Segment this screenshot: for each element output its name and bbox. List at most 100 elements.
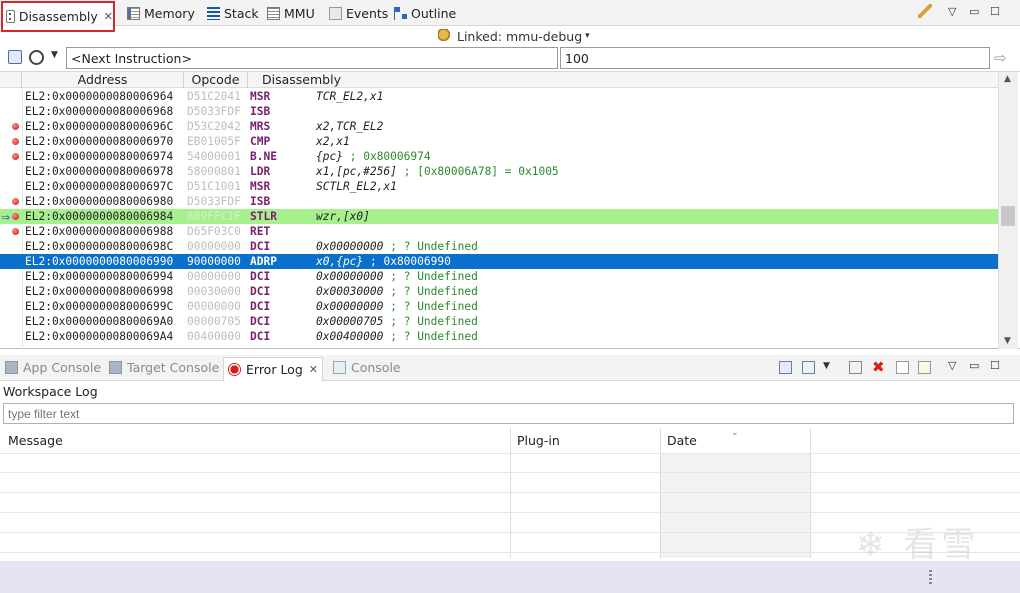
history-dropdown-icon[interactable]: ▼ [51, 50, 58, 60]
table-row[interactable]: EL2:0x0000000080006990 90000000 ADRP x0,{pc… [0, 254, 998, 269]
breakpoint-icon[interactable] [12, 228, 19, 235]
breakpoint-icon[interactable] [12, 123, 19, 130]
clear-log-icon[interactable] [849, 361, 862, 374]
tab-app-console[interactable]: App Console [5, 360, 101, 375]
tab-events[interactable]: Events [329, 2, 388, 24]
address-cell: EL2:0x0000000080006998 [25, 285, 174, 298]
row-divider [0, 512, 1020, 513]
table-row[interactable]: EL2:0x0000000080006994 00000000 DCI 0x00000… [0, 269, 998, 284]
table-row[interactable]: EL2:0x000000008000697C D51C1001 MSR SCTLR_E… [0, 179, 998, 194]
close-icon[interactable]: ✕ [309, 363, 318, 376]
comment-cell: ; ? Undefined [390, 270, 478, 283]
table-row[interactable]: EL2:0x000000008000696C D53C2042 MRS x2,TCR_… [0, 119, 998, 134]
tab-error-log[interactable]: Error Log ✕ [223, 357, 323, 381]
table-row[interactable]: EL2:0x0000000080006988 D65F03C0 RET [0, 224, 998, 239]
maximize-icon[interactable]: ☐ [990, 5, 1000, 18]
breakpoint-icon[interactable] [12, 138, 19, 145]
export-log-icon[interactable] [779, 361, 792, 374]
column-plugin[interactable]: Plug-in [517, 433, 560, 448]
tab-outline[interactable]: Outline [394, 2, 456, 24]
address-cell: EL2:0x0000000080006978 [25, 165, 174, 178]
column-address[interactable]: Address [22, 72, 184, 88]
history-icon[interactable] [29, 50, 44, 65]
date-column-shade [660, 453, 810, 558]
table-row[interactable]: EL2:0x0000000080006974 54000001 B.NE {pc} ; … [0, 149, 998, 164]
stack-icon [207, 6, 220, 20]
tab-stack[interactable]: Stack [207, 2, 259, 24]
pin-icon[interactable] [918, 4, 932, 18]
close-icon[interactable]: ✕ [104, 10, 113, 23]
table-row[interactable]: EL2:0x0000000080006978 58000801 LDR x1,[pc,… [0, 164, 998, 179]
tab-outline-label: Outline [411, 5, 457, 21]
resize-grip-icon[interactable] [929, 570, 932, 584]
address-cell: EL2:0x000000008000697C [25, 180, 174, 193]
column-disassembly[interactable]: Disassembly [248, 72, 998, 88]
mnemonic-cell: ISB [250, 105, 271, 118]
column-opcode[interactable]: Opcode [184, 72, 248, 88]
console-icon [5, 361, 18, 374]
vertical-scrollbar[interactable]: ▲ ▼ [998, 72, 1018, 349]
operands-cell: x1,[pc,#256] [316, 165, 397, 178]
maximize-icon[interactable]: ☐ [990, 359, 1000, 372]
opcode-cell: 00000000 [187, 300, 241, 313]
opcode-cell: D51C2041 [187, 90, 241, 103]
minimize-icon[interactable]: ▭ [969, 5, 979, 18]
tab-disassembly[interactable]: Disassembly ✕ [1, 1, 115, 32]
refresh-icon[interactable] [8, 50, 22, 64]
error-log-icon [228, 363, 241, 376]
tab-console[interactable]: Console [333, 360, 401, 375]
address-input[interactable]: <Next Instruction> [66, 47, 558, 69]
top-tab-bar: Disassembly ✕ Memory Stack MMU Events Ou… [0, 0, 1020, 32]
mnemonic-cell: MSR [250, 90, 271, 103]
operands-cell: SCTLR_EL2,x1 [316, 180, 397, 193]
breakpoint-icon[interactable] [12, 198, 19, 205]
view-menu-icon[interactable]: ▽ [948, 359, 956, 372]
linked-context[interactable]: Linked: mmu-debug ▾ [438, 28, 590, 44]
import-log-icon[interactable] [802, 361, 815, 374]
memory-icon [127, 6, 140, 20]
minimize-icon[interactable]: ▭ [969, 359, 979, 372]
address-cell: EL2:0x0000000080006984 [25, 210, 174, 223]
table-row[interactable]: EL2:0x0000000080006970 EB01005F CMP x2,x1 [0, 134, 998, 149]
breakpoint-icon[interactable] [12, 153, 19, 160]
link-icon [438, 29, 452, 43]
table-row[interactable]: EL2:0x0000000080006980 D5033FDF ISB [0, 194, 998, 209]
tab-mmu[interactable]: MMU [267, 2, 315, 24]
table-row[interactable]: EL2:0x000000008000699C 00000000 DCI 0x00000… [0, 299, 998, 314]
chevron-down-icon: ▾ [585, 31, 590, 41]
operands-cell: x2,TCR_EL2 [316, 120, 384, 133]
scrollbar-thumb[interactable] [1001, 206, 1015, 226]
instruction-count-input[interactable]: 100 [560, 47, 990, 69]
column-date[interactable]: Date [667, 433, 697, 448]
opcode-cell: 58000801 [187, 165, 241, 178]
delete-log-icon[interactable]: ✖ [872, 360, 885, 375]
table-row[interactable]: EL2:0x0000000080006964 D51C2041 MSR TCR_EL2… [0, 89, 998, 104]
scroll-up-icon[interactable]: ▲ [1004, 74, 1011, 84]
restore-log-icon[interactable] [918, 361, 931, 374]
address-cell: EL2:0x00000000800069A4 [25, 330, 174, 343]
table-row[interactable]: EL2:0x0000000080006968 D5033FDF ISB [0, 104, 998, 119]
table-row[interactable]: EL2:0x00000000800069A0 00000705 DCI 0x00000… [0, 314, 998, 329]
disassembly-toolbar: ▼ <Next Instruction> 100 ⇨ [0, 45, 1020, 71]
table-row[interactable]: EL2:0x00000000800069A4 00400000 DCI 0x00400… [0, 329, 998, 344]
scroll-down-icon[interactable]: ▼ [1004, 336, 1011, 346]
table-row[interactable]: EL2:0x000000008000698C 00000000 DCI 0x00000… [0, 239, 998, 254]
open-log-icon[interactable] [896, 361, 909, 374]
filter-input[interactable] [3, 403, 1014, 424]
address-cell: EL2:0x0000000080006970 [25, 135, 174, 148]
operands-cell: 0x00000705 [316, 315, 384, 328]
mnemonic-cell: ADRP [250, 255, 277, 268]
table-row[interactable]: ⇒ EL2:0x0000000080006984 889FFC1F STLR wzr,[… [0, 209, 998, 224]
opcode-cell: 54000001 [187, 150, 241, 163]
mnemonic-cell: DCI [250, 330, 271, 343]
chevron-down-icon[interactable]: ▼ [823, 361, 830, 371]
operands-cell: x2,x1 [316, 135, 350, 148]
column-message[interactable]: Message [8, 433, 63, 448]
tab-target-console[interactable]: Target Console [109, 360, 219, 375]
view-menu-icon[interactable]: ▽ [948, 5, 956, 18]
go-arrow-icon[interactable]: ⇨ [994, 49, 1007, 67]
opcode-cell: D65F03C0 [187, 225, 241, 238]
table-row[interactable]: EL2:0x0000000080006998 00030000 DCI 0x00030… [0, 284, 998, 299]
tab-memory[interactable]: Memory [127, 2, 195, 24]
breakpoint-icon[interactable] [12, 213, 19, 220]
